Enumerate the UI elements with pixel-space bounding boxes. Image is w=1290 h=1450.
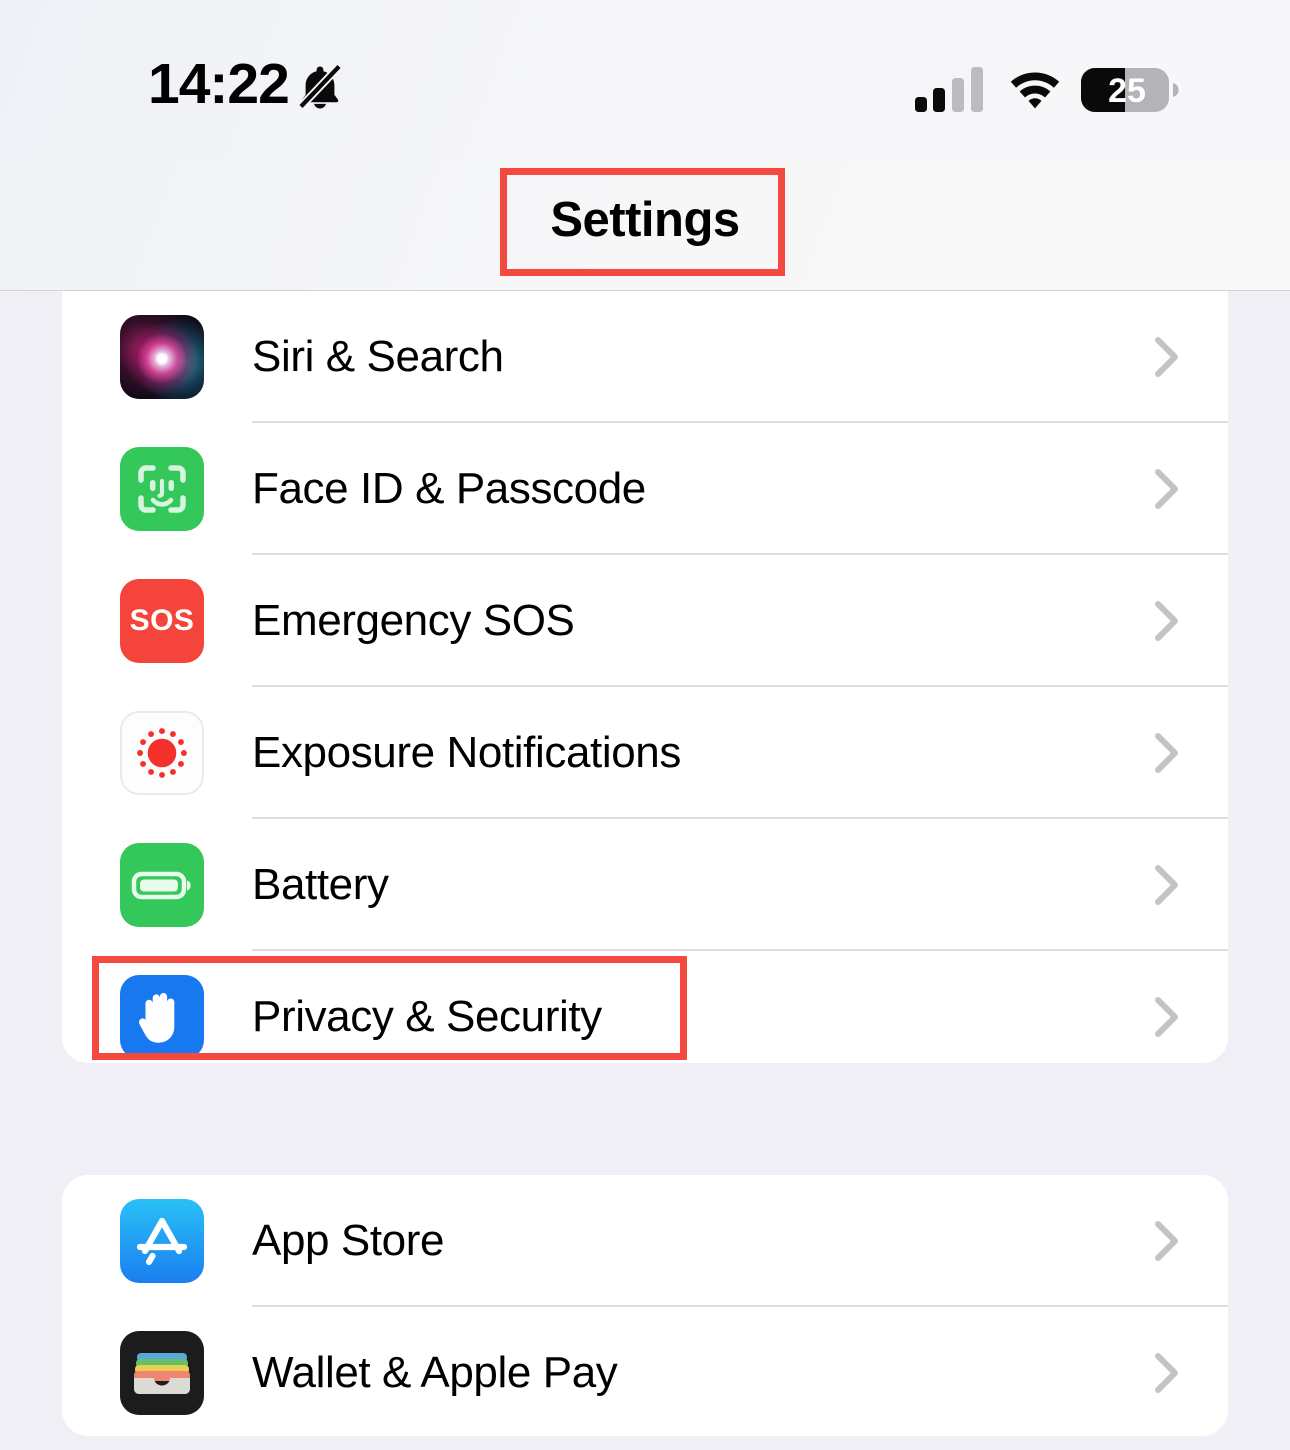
sos-text: SOS xyxy=(129,604,195,637)
app-store-icon xyxy=(120,1199,204,1283)
chevron-right-icon xyxy=(1155,733,1178,773)
settings-row-label: Face ID & Passcode xyxy=(252,464,646,513)
settings-row-wallet-and-apple-pay[interactable]: Wallet & Apple Pay xyxy=(62,1307,1228,1439)
bell-slash-icon xyxy=(298,63,342,110)
settings-row-siri-and-search[interactable]: Siri & Search xyxy=(62,291,1228,423)
settings-list[interactable]: Siri & Search Face ID & Passcode SOS Eme… xyxy=(0,291,1290,1450)
chevron-right-icon xyxy=(1155,997,1178,1037)
status-bar: 14:22 25 xyxy=(0,0,1290,160)
settings-row-label: Siri & Search xyxy=(252,332,504,381)
settings-row-battery[interactable]: Battery xyxy=(62,819,1228,951)
cellular-signal-icon xyxy=(915,67,983,112)
chevron-right-icon xyxy=(1155,1353,1178,1393)
settings-row-label: Wallet & Apple Pay xyxy=(252,1348,618,1397)
settings-row-label: Privacy & Security xyxy=(252,992,602,1041)
privacy-hand-icon xyxy=(120,975,204,1059)
settings-row-app-store[interactable]: App Store xyxy=(62,1175,1228,1307)
chevron-right-icon xyxy=(1155,469,1178,509)
status-bar-time: 14:22 xyxy=(148,52,290,116)
siri-icon xyxy=(120,315,204,399)
chevron-right-icon xyxy=(1155,865,1178,905)
settings-group-store: App Store Wallet & Apple Pay xyxy=(62,1175,1228,1436)
settings-row-privacy-and-security[interactable]: Privacy & Security xyxy=(62,951,1228,1083)
chevron-right-icon xyxy=(1155,601,1178,641)
settings-row-exposure-notifications[interactable]: Exposure Notifications xyxy=(62,687,1228,819)
page-title: Settings xyxy=(550,193,740,247)
settings-row-label: Emergency SOS xyxy=(252,596,575,645)
chevron-right-icon xyxy=(1155,337,1178,377)
battery-settings-icon xyxy=(120,843,204,927)
chevron-right-icon xyxy=(1155,1221,1178,1261)
battery-icon: 25 xyxy=(1081,68,1179,112)
settings-row-emergency-sos[interactable]: SOS Emergency SOS xyxy=(62,555,1228,687)
battery-percent-text: 25 xyxy=(1108,72,1146,110)
exposure-notifications-icon xyxy=(120,711,204,795)
wifi-icon xyxy=(1010,72,1060,109)
settings-screen: 14:22 25 Settings Siri & Search Face ID … xyxy=(0,0,1290,1450)
settings-row-label: Battery xyxy=(252,860,389,909)
settings-group-system: Siri & Search Face ID & Passcode SOS Eme… xyxy=(62,291,1228,1063)
face-id-icon xyxy=(120,447,204,531)
emergency-sos-icon: SOS xyxy=(120,579,204,663)
settings-row-face-id-and-passcode[interactable]: Face ID & Passcode xyxy=(62,423,1228,555)
settings-row-label: App Store xyxy=(252,1216,445,1265)
wallet-icon xyxy=(120,1331,204,1415)
settings-row-label: Exposure Notifications xyxy=(252,728,681,777)
